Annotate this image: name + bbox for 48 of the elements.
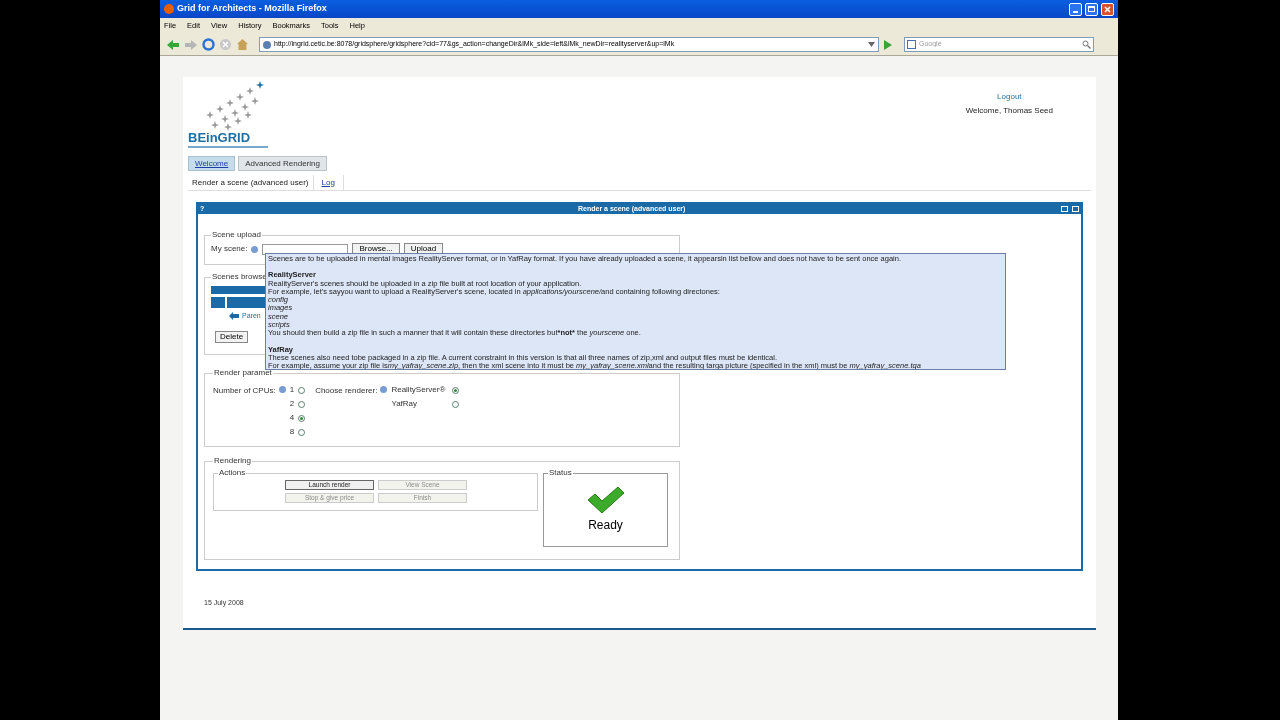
radio-label: YafRay: [391, 398, 419, 410]
home-icon[interactable]: [236, 38, 249, 51]
reload-icon[interactable]: [202, 38, 215, 51]
logo-text: BEinGRID: [188, 131, 252, 144]
maximize-button[interactable]: [1085, 2, 1098, 16]
close-icon: [1104, 5, 1111, 13]
subtab[interactable]: Render a scene (advanced user): [188, 175, 314, 190]
table-cell: [211, 297, 225, 308]
tab[interactable]: Welcome: [188, 156, 236, 171]
search-engine-icon: [907, 40, 916, 49]
subtab[interactable]: Log: [313, 175, 344, 190]
actions-legend: Actions: [218, 467, 247, 479]
radio-button[interactable]: [298, 414, 306, 422]
firefox-icon: [164, 4, 174, 14]
delete-button[interactable]: Delete: [215, 330, 249, 343]
welcome-text: Welcome, Thomas Seed: [965, 105, 1053, 117]
logout-link[interactable]: Logout: [997, 91, 1022, 103]
close-button[interactable]: [1101, 2, 1114, 16]
render-parameters-legend: Render paramet: [213, 367, 273, 379]
minimize-button[interactable]: [1069, 2, 1082, 16]
field-label: My scene:: [211, 243, 248, 255]
rendering-legend: Rendering: [213, 455, 252, 467]
radio-label: 8: [289, 426, 295, 438]
checkmark-icon: [586, 486, 625, 514]
field-label: Choose renderer:: [315, 385, 378, 395]
window-title: Grid for Architects - Mozilla Firefox: [177, 2, 327, 16]
tab[interactable]: Advanced Rendering: [238, 156, 327, 171]
dropdown-icon[interactable]: [868, 42, 875, 47]
maximize-icon[interactable]: [1072, 206, 1079, 212]
up-arrow-icon: [229, 312, 239, 321]
status-legend: Status: [548, 467, 573, 479]
minimize-icon[interactable]: [1061, 206, 1068, 212]
search-icon[interactable]: [1082, 40, 1091, 49]
radio-label: 2: [289, 398, 295, 410]
status-text: Ready: [588, 517, 623, 534]
back-icon[interactable]: [166, 38, 180, 51]
radio-label: RealityServer®: [391, 384, 447, 396]
radio-label: 1: [289, 384, 295, 396]
radio-button[interactable]: [452, 386, 460, 394]
radio-label: 4: [289, 412, 295, 424]
scenes-browser-legend: Scenes browse: [211, 271, 268, 283]
radio-button[interactable]: [452, 400, 460, 408]
radio-button[interactable]: [298, 400, 306, 408]
radio-button[interactable]: [298, 428, 306, 436]
scene-upload-legend: Scene upload: [211, 229, 262, 241]
radio-button[interactable]: [298, 386, 306, 394]
field-label: Number of CPUs:: [213, 385, 276, 395]
go-icon[interactable]: [883, 39, 892, 50]
